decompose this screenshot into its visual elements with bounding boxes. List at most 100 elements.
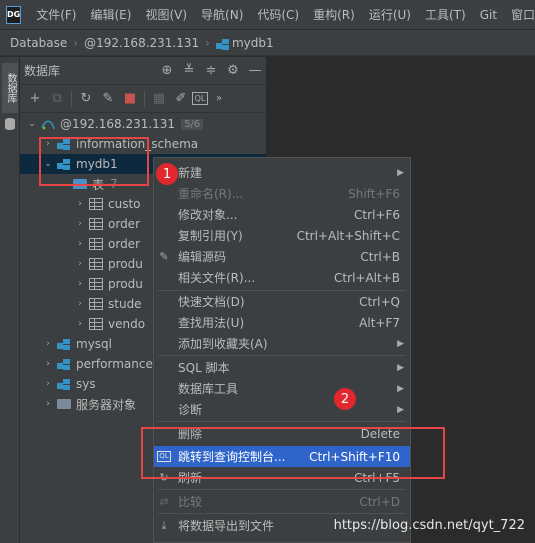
- refresh-icon[interactable]: ↻: [75, 88, 97, 110]
- menu-item-shortcut: Ctrl+D: [359, 494, 400, 509]
- menu-item-rename[interactable]: 重命名(R)... Shift+F6: [154, 183, 410, 204]
- menu-item-label: 数据库工具: [178, 382, 239, 396]
- database-tool-tab[interactable]: 数据库: [2, 63, 18, 113]
- submenu-arrow-icon: ▶: [397, 404, 404, 415]
- chevron-right-icon[interactable]: ›: [74, 259, 86, 269]
- chevron-right-icon[interactable]: ›: [74, 219, 86, 229]
- mysql-host-icon: [41, 120, 55, 130]
- menu-item-new[interactable]: 新建 ▶: [154, 162, 410, 183]
- chevron-down-icon[interactable]: ⌄: [26, 119, 38, 129]
- menu-file[interactable]: 文件(F): [29, 6, 83, 23]
- menu-item-modify[interactable]: 修改对象... Ctrl+F6: [154, 204, 410, 225]
- table-icon: [89, 198, 103, 210]
- copy-icon[interactable]: ⧉: [46, 88, 68, 110]
- menu-item-label: 快速文档(D): [178, 295, 245, 309]
- chevron-right-icon[interactable]: ›: [74, 199, 86, 209]
- menu-code[interactable]: 代码(C): [250, 6, 306, 23]
- expand-icon[interactable]: ≑: [200, 60, 222, 82]
- menu-view[interactable]: 视图(V): [138, 6, 194, 23]
- gear-icon[interactable]: ⚙: [222, 60, 244, 82]
- menu-item-shortcut: Ctrl+Alt+B: [334, 270, 400, 285]
- table-icon: [89, 318, 103, 330]
- chevron-right-icon[interactable]: ›: [74, 319, 86, 329]
- download-icon: ⤓: [161, 518, 167, 532]
- menu-navigate[interactable]: 导航(N): [194, 6, 250, 23]
- toolbar-divider: [144, 90, 145, 107]
- folder-icon: [57, 399, 71, 409]
- menu-item-db-tools[interactable]: 数据库工具 ▶: [154, 378, 410, 399]
- database-stack-icon[interactable]: [4, 117, 16, 131]
- more-icon[interactable]: »: [208, 88, 230, 110]
- table-icon: [89, 218, 103, 230]
- table-icon: [89, 278, 103, 290]
- menu-item-add-favorites[interactable]: 添加到收藏夹(A) ▶: [154, 333, 410, 354]
- host-label: @192.168.231.131: [60, 117, 176, 131]
- tool-window-strip: 数据库: [0, 57, 20, 543]
- submenu-arrow-icon: ▶: [397, 338, 404, 349]
- table-icon: [89, 238, 103, 250]
- menu-item-shortcut: Alt+F7: [359, 315, 400, 330]
- table-label: order: [108, 217, 140, 231]
- menu-item-copy-reference[interactable]: 复制引用(Y) Ctrl+Alt+Shift+C: [154, 225, 410, 246]
- tree-host[interactable]: ⌄ @192.168.231.131 5/6: [20, 114, 266, 134]
- grid-icon[interactable]: ▦: [148, 88, 170, 110]
- menu-item-label: 修改对象...: [178, 208, 238, 222]
- chevron-right-icon: ›: [73, 35, 79, 50]
- menu-tools[interactable]: 工具(T): [418, 6, 473, 23]
- globe-icon[interactable]: ⊕: [156, 60, 178, 82]
- collapse-icon[interactable]: ≚: [178, 60, 200, 82]
- breadcrumb: Database › @192.168.231.131 › mydb1: [0, 30, 535, 56]
- add-icon[interactable]: +: [24, 88, 46, 110]
- schema-counter: 5/6: [181, 118, 204, 130]
- menu-run[interactable]: 运行(U): [362, 6, 418, 23]
- menu-item-shortcut: Ctrl+Alt+Shift+C: [296, 228, 400, 243]
- menu-item-sql-scripts[interactable]: SQL 脚本 ▶: [154, 357, 410, 378]
- table-icon: [89, 258, 103, 270]
- chevron-right-icon[interactable]: ›: [74, 239, 86, 249]
- menu-item-diagnostics[interactable]: 诊断 ▶: [154, 399, 410, 420]
- stop-icon[interactable]: ■: [119, 88, 141, 110]
- menu-item-find-usages[interactable]: 查找用法(U) Alt+F7: [154, 312, 410, 333]
- menu-git[interactable]: Git: [473, 8, 504, 22]
- submenu-arrow-icon: ▶: [397, 362, 404, 373]
- breadcrumb-schema[interactable]: mydb1: [232, 36, 274, 50]
- table-label: stude: [108, 297, 142, 311]
- menu-edit[interactable]: 编辑(E): [84, 6, 139, 23]
- panel-toolbar: + ⧉ ↻ ✎ ■ ▦ ✐ QL »: [20, 85, 266, 113]
- table-label: order: [108, 237, 140, 251]
- table-icon: [89, 298, 103, 310]
- schema-label: mysql: [76, 337, 112, 351]
- edit-icon[interactable]: ✐: [170, 88, 192, 110]
- chevron-right-icon[interactable]: ›: [74, 279, 86, 289]
- menu-item-label: 相关文件(R)...: [178, 271, 256, 285]
- menu-item-shortcut: Ctrl+Q: [359, 294, 400, 309]
- menu-item-compare[interactable]: ⇄ 比较 Ctrl+D: [154, 491, 410, 512]
- properties-icon[interactable]: ✎: [97, 88, 119, 110]
- menu-item-label: SQL 脚本: [178, 361, 230, 375]
- breadcrumb-database[interactable]: Database: [10, 36, 67, 50]
- highlight-box-console: [141, 427, 445, 479]
- menu-refactor[interactable]: 重构(R): [306, 6, 362, 23]
- schema-label: sys: [76, 377, 96, 391]
- table-label: vendo: [108, 317, 146, 331]
- compare-icon: ⇄: [159, 495, 169, 508]
- console-icon[interactable]: QL: [192, 92, 208, 105]
- breadcrumb-host[interactable]: @192.168.231.131: [84, 36, 199, 50]
- chevron-right-icon[interactable]: ›: [42, 359, 54, 369]
- minimize-icon[interactable]: —: [244, 60, 266, 82]
- chevron-right-icon[interactable]: ›: [42, 339, 54, 349]
- menu-item-related-files[interactable]: 相关文件(R)... Ctrl+Alt+B: [154, 267, 410, 288]
- menu-item-label: 重命名(R)...: [178, 187, 244, 201]
- menu-item-shortcut: Shift+F6: [348, 186, 400, 201]
- toolbar-divider: [71, 90, 72, 107]
- menu-item-label: 新建: [178, 166, 203, 180]
- menu-separator: [158, 421, 406, 422]
- chevron-right-icon[interactable]: ›: [42, 399, 54, 409]
- menu-item-label: 比较: [178, 495, 203, 509]
- menu-window[interactable]: 窗口(W): [504, 6, 535, 23]
- menu-item-quick-doc[interactable]: 快速文档(D) Ctrl+Q: [154, 291, 410, 312]
- table-label: produ: [108, 257, 143, 271]
- chevron-right-icon[interactable]: ›: [74, 299, 86, 309]
- menu-item-edit-source[interactable]: ✎ 编辑源码 Ctrl+B: [154, 246, 410, 267]
- chevron-right-icon[interactable]: ›: [42, 379, 54, 389]
